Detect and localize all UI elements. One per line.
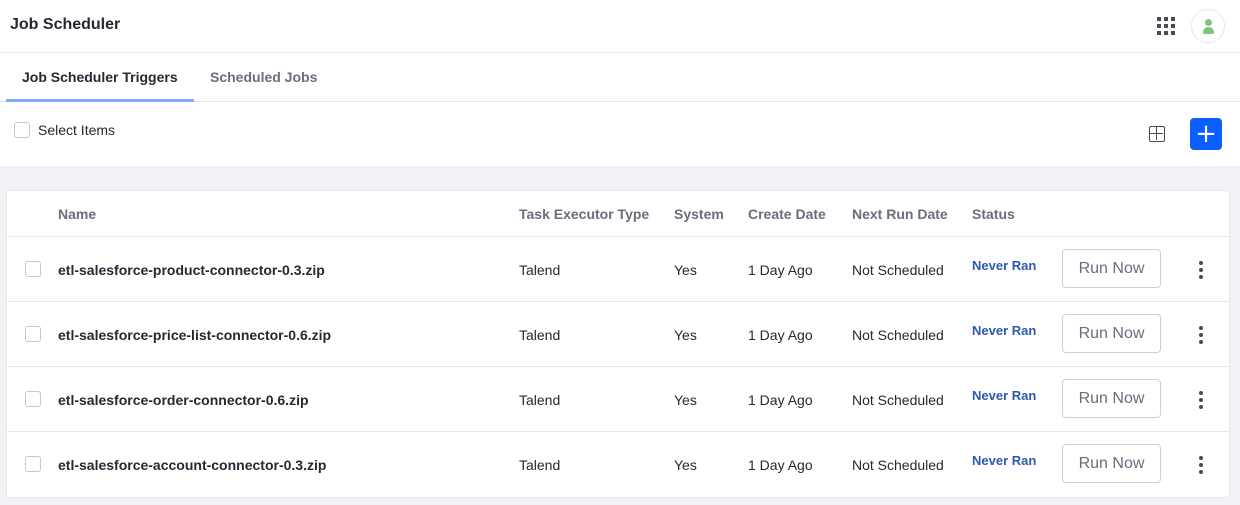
job-name: etl-salesforce-order-connector-0.6.zip	[58, 392, 309, 408]
grid-view-icon[interactable]	[1149, 126, 1165, 142]
user-icon	[1205, 19, 1212, 26]
job-name: etl-salesforce-account-connector-0.3.zip	[58, 457, 327, 473]
create-date: 1 Day Ago	[748, 262, 813, 278]
apps-grid-icon[interactable]	[1157, 17, 1175, 35]
next-run-date: Not Scheduled	[852, 327, 944, 343]
create-date: 1 Day Ago	[748, 392, 813, 408]
table-row: etl-salesforce-account-connector-0.3.zip…	[7, 432, 1229, 497]
select-items-label: Select Items	[38, 122, 116, 138]
create-date: 1 Day Ago	[748, 327, 813, 343]
table-row: etl-salesforce-order-connector-0.6.zip T…	[7, 367, 1229, 432]
kebab-menu-icon[interactable]	[1197, 326, 1205, 344]
select-all-checkbox[interactable]	[14, 122, 30, 138]
next-run-date: Not Scheduled	[852, 457, 944, 473]
column-header-name: Name	[58, 206, 97, 222]
row-checkbox[interactable]	[25, 456, 41, 472]
table-header: Name Task Executor Type System Create Da…	[7, 191, 1229, 237]
create-date: 1 Day Ago	[748, 457, 813, 473]
select-items-control[interactable]: Select Items	[14, 122, 115, 138]
system-value: Yes	[674, 327, 697, 343]
row-checkbox[interactable]	[25, 261, 41, 277]
kebab-menu-icon[interactable]	[1197, 456, 1205, 474]
run-now-button[interactable]: Run Now	[1062, 314, 1161, 353]
job-name: etl-salesforce-price-list-connector-0.6.…	[58, 327, 332, 343]
kebab-menu-icon[interactable]	[1197, 261, 1205, 279]
add-button[interactable]: +	[1190, 118, 1222, 150]
status-label: Never Ran	[972, 258, 1037, 273]
table-row: etl-salesforce-product-connector-0.3.zip…	[7, 237, 1229, 302]
kebab-menu-icon[interactable]	[1197, 391, 1205, 409]
tab-job-scheduler-triggers[interactable]: Job Scheduler Triggers	[6, 53, 194, 102]
row-checkbox[interactable]	[25, 326, 41, 342]
task-executor-type: Talend	[519, 457, 561, 473]
user-avatar[interactable]	[1191, 9, 1225, 43]
system-value: Yes	[674, 262, 697, 278]
task-executor-type: Talend	[519, 262, 561, 278]
triggers-table: Name Task Executor Type System Create Da…	[6, 190, 1230, 498]
task-executor-type: Talend	[519, 392, 561, 408]
task-executor-type: Talend	[519, 327, 561, 343]
column-header-task-executor-type: Task Executor Type	[519, 206, 650, 222]
management-toolbar: Select Items +	[0, 102, 1240, 166]
tab-bar: Job Scheduler Triggers Scheduled Jobs	[0, 53, 1240, 102]
system-value: Yes	[674, 457, 697, 473]
tab-scheduled-jobs[interactable]: Scheduled Jobs	[194, 53, 333, 102]
run-now-button[interactable]: Run Now	[1062, 249, 1161, 288]
column-header-status: Status	[972, 206, 1015, 222]
system-value: Yes	[674, 392, 697, 408]
content-area: Name Task Executor Type System Create Da…	[0, 166, 1240, 505]
status-label: Never Ran	[972, 388, 1037, 403]
table-row: etl-salesforce-price-list-connector-0.6.…	[7, 302, 1229, 367]
run-now-button[interactable]: Run Now	[1062, 379, 1161, 418]
column-header-next-run-date: Next Run Date	[852, 206, 948, 222]
top-bar: Job Scheduler	[0, 0, 1240, 53]
column-header-create-date: Create Date	[748, 206, 826, 222]
row-checkbox[interactable]	[25, 391, 41, 407]
next-run-date: Not Scheduled	[852, 392, 944, 408]
status-label: Never Ran	[972, 323, 1037, 338]
job-name: etl-salesforce-product-connector-0.3.zip	[58, 262, 325, 278]
column-header-system: System	[674, 206, 724, 222]
page-title: Job Scheduler	[10, 16, 121, 33]
status-label: Never Ran	[972, 453, 1037, 468]
run-now-button[interactable]: Run Now	[1062, 444, 1161, 483]
next-run-date: Not Scheduled	[852, 262, 944, 278]
